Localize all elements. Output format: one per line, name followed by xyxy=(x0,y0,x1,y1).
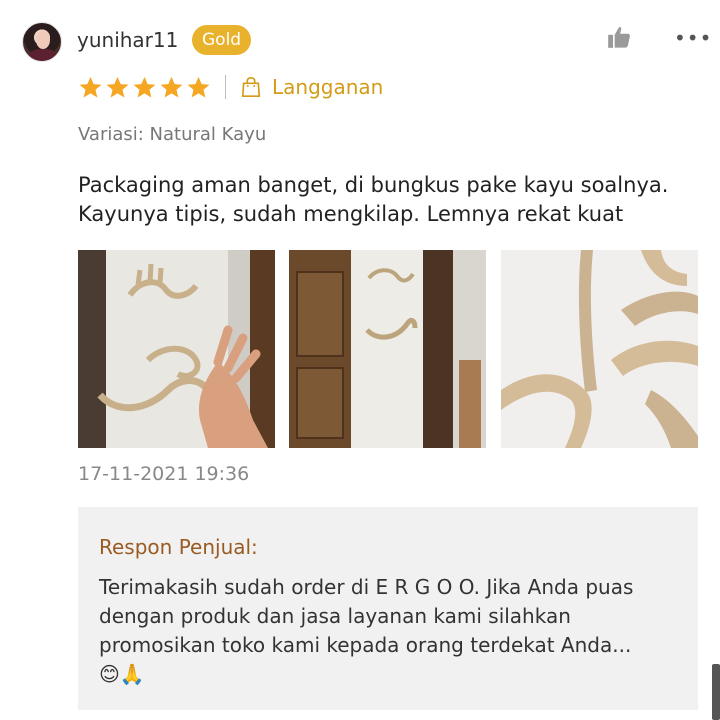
gold-badge: Gold xyxy=(192,25,252,55)
avatar[interactable] xyxy=(22,22,62,62)
thumbs-up-icon[interactable] xyxy=(606,24,632,50)
scrollbar[interactable] xyxy=(712,664,720,720)
review-photos xyxy=(78,250,698,448)
more-dots-icon[interactable]: ••• xyxy=(674,26,712,50)
review-body: Packaging aman banget, di bungkus pake k… xyxy=(78,173,669,226)
subscription-tag[interactable]: Langganan xyxy=(272,75,383,99)
seller-response-text: Terimakasih sudah order di E R G O O. Ji… xyxy=(99,573,689,689)
wooden-calligraphy-photo-hand xyxy=(78,250,275,448)
rating-row: Langganan xyxy=(78,74,383,100)
divider xyxy=(225,75,226,99)
smile-pray-emoji-icon: 😊🙏 xyxy=(99,662,145,686)
shopping-bag-icon xyxy=(241,77,261,97)
seller-response-title: Respon Penjual: xyxy=(99,535,258,559)
seller-response-box: Respon Penjual: Terimakasih sudah order … xyxy=(78,507,698,710)
star-icon xyxy=(133,76,156,97)
product-variation: Variasi: Natural Kayu xyxy=(78,124,267,145)
avatar-body-shape xyxy=(29,49,57,61)
star-icon xyxy=(160,76,183,97)
review-photo[interactable] xyxy=(78,250,275,448)
seller-response-body: Terimakasih sudah order di E R G O O. Ji… xyxy=(99,575,634,657)
star-icon xyxy=(187,76,210,97)
review-photo[interactable] xyxy=(289,250,486,448)
avatar-face-shape xyxy=(36,31,50,49)
star-rating xyxy=(78,75,213,100)
star-icon xyxy=(106,76,129,97)
wooden-calligraphy-photo-closeup xyxy=(501,250,698,448)
wooden-calligraphy-photo-door xyxy=(289,250,486,448)
star-icon xyxy=(79,76,102,97)
review-timestamp: 17-11-2021 19:36 xyxy=(78,463,250,485)
review-header: yunihar11 Gold ••• xyxy=(22,22,711,66)
review-photo[interactable] xyxy=(501,250,698,448)
reviewer-username[interactable]: yunihar11 xyxy=(77,28,178,52)
